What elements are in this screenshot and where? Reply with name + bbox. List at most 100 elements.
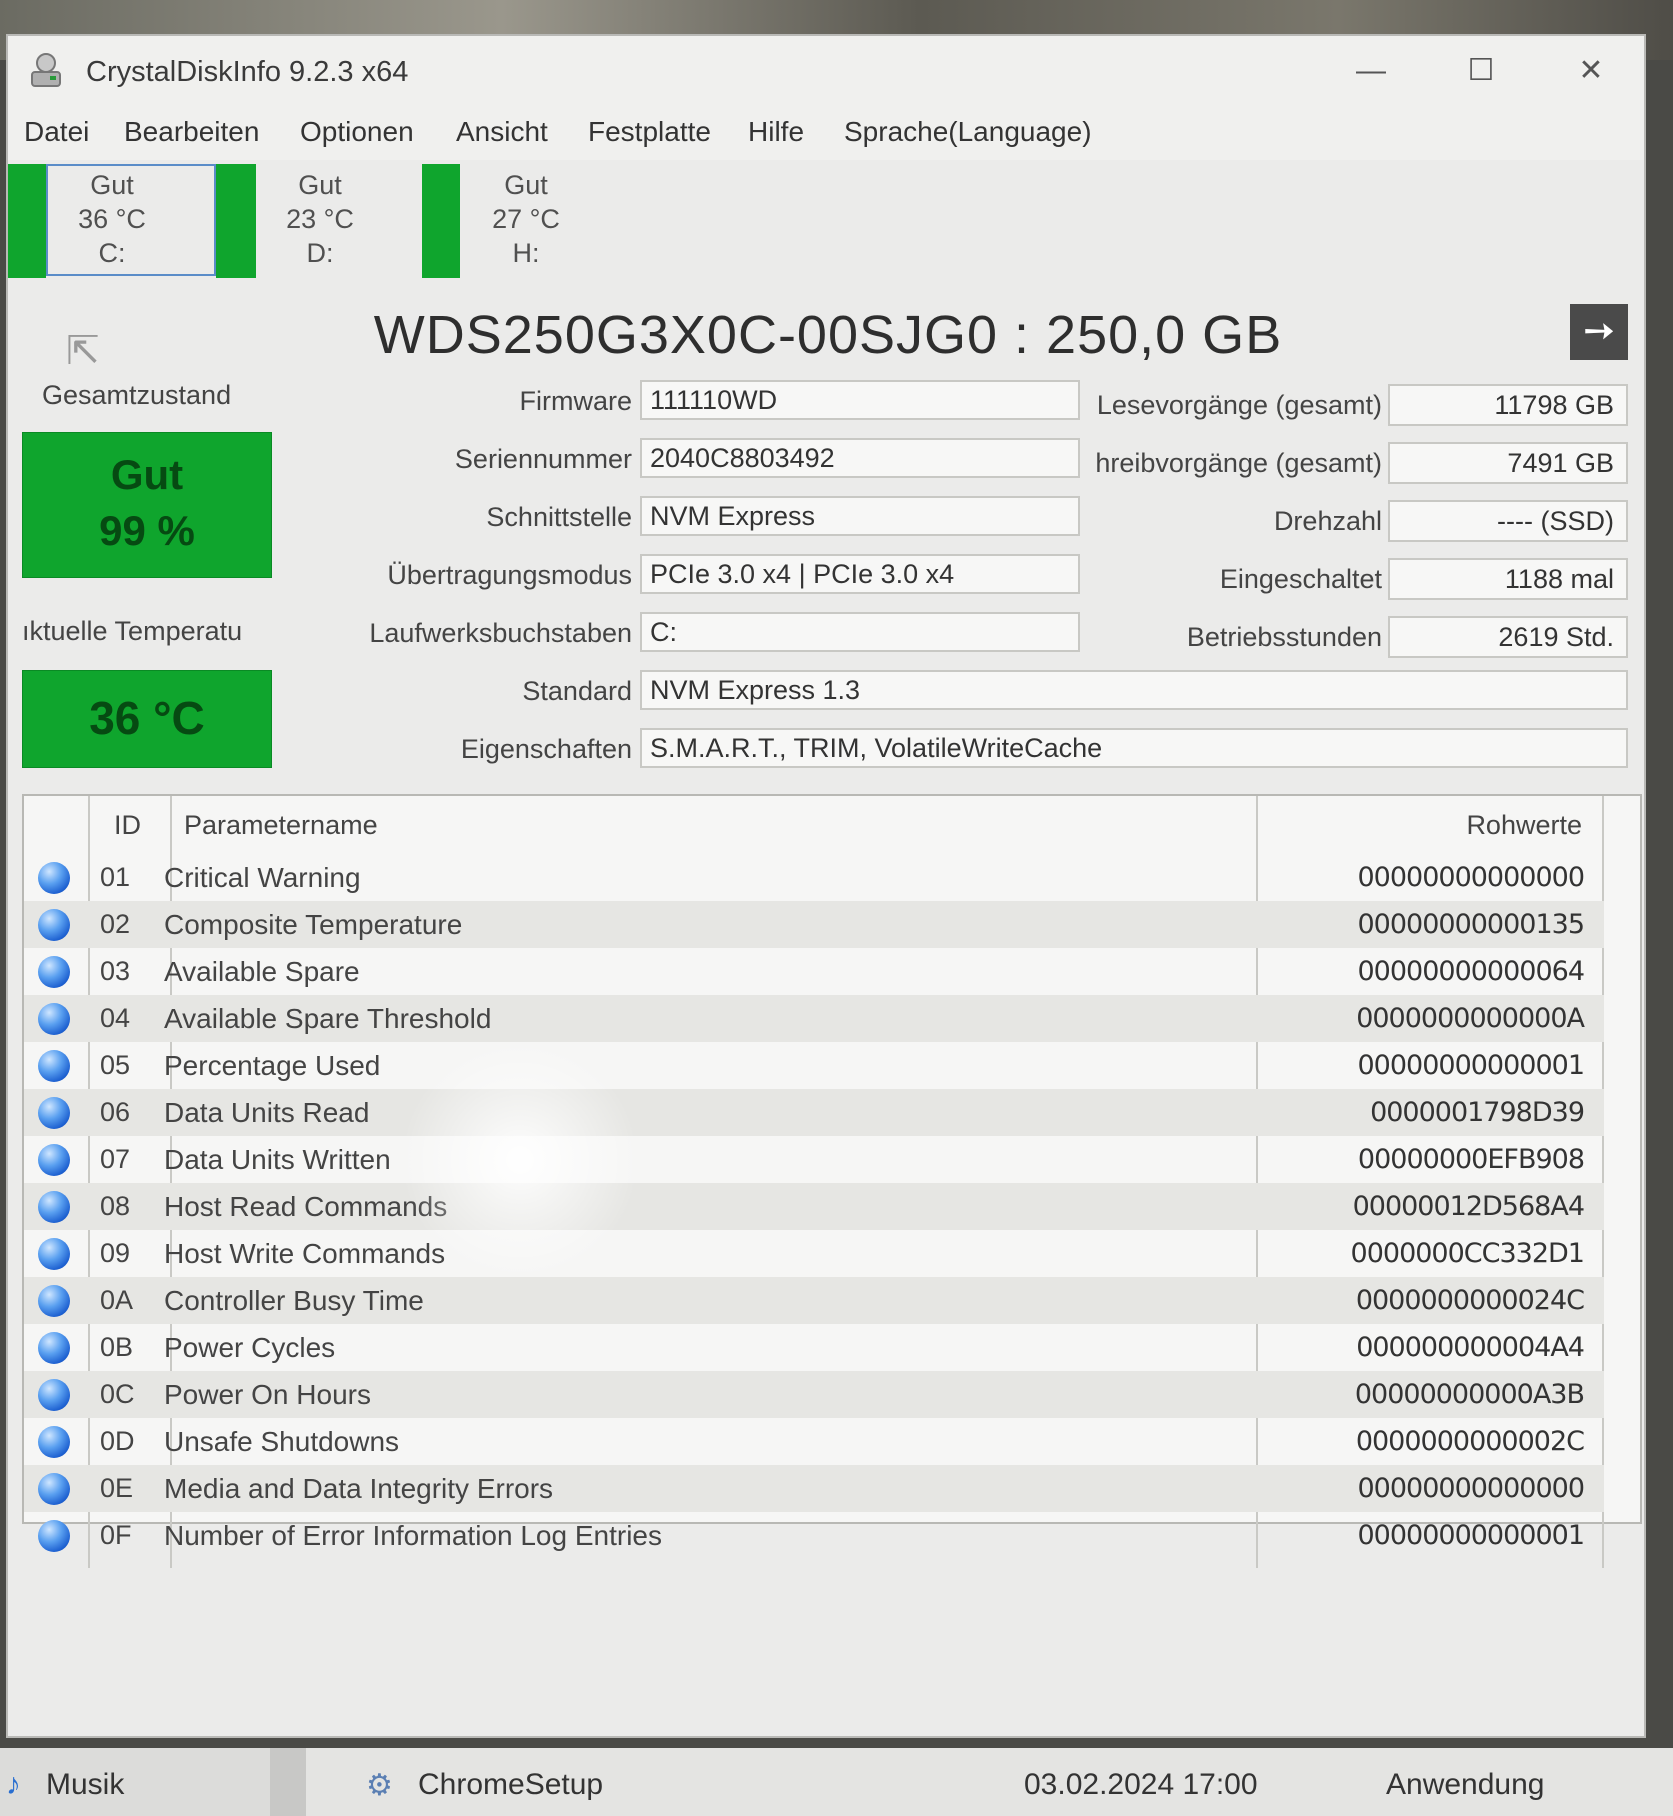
drive-letter: C: xyxy=(98,238,126,268)
status-dot-icon xyxy=(38,1426,70,1458)
attribute-id: 08 xyxy=(100,1191,131,1221)
drive-status: Gut xyxy=(504,170,548,200)
table-row[interactable]: 08 Host Read Commands 00000012D568A4 xyxy=(24,1183,1604,1230)
table-row[interactable]: 0B Power Cycles 000000000004A4 xyxy=(24,1324,1604,1371)
disk-model-title: WDS250G3X0C-00SJG0 : 250,0 GB xyxy=(373,305,1283,365)
attribute-id: 0B xyxy=(100,1332,134,1362)
attribute-name: Number of Error Information Log Entries xyxy=(164,1520,662,1551)
attribute-name: Media and Data Integrity Errors xyxy=(164,1473,554,1504)
menu-hilfe[interactable]: Hilfe xyxy=(748,116,804,148)
header-raw-values[interactable]: Rohwerte xyxy=(1466,810,1582,841)
attribute-name: Critical Warning xyxy=(164,862,361,893)
table-row[interactable]: 0F Number of Error Information Log Entrie… xyxy=(24,1512,1604,1559)
attribute-id: 03 xyxy=(100,956,131,986)
file-list-row[interactable]: ⚙ ChromeSetup 03.02.2024 17:00 Anwendung xyxy=(306,1748,1673,1816)
power-on-hours-label: Betriebsstunden xyxy=(1186,622,1382,652)
firmware-field: 111110WD xyxy=(640,380,1080,420)
status-dot-icon xyxy=(38,862,70,894)
drive-info: Gut 27 °C H: xyxy=(462,168,590,270)
taskbar-item-music[interactable]: ♪ Musik xyxy=(0,1748,270,1816)
attribute-name: Available Spare xyxy=(164,956,360,987)
drive-tile-h[interactable]: Gut 27 °C H: xyxy=(422,164,630,278)
drive-letters-field: C: xyxy=(640,612,1080,652)
reads-total-value: 11798 GB xyxy=(1388,384,1628,426)
drive-tile-c[interactable]: Gut 36 °C C: xyxy=(8,164,256,278)
header-id[interactable]: ID xyxy=(114,810,141,841)
drive-status: Gut xyxy=(298,170,342,200)
file-name: ChromeSetup xyxy=(418,1768,604,1801)
firmware-label: Firmware xyxy=(519,386,633,416)
status-dot-icon xyxy=(38,909,70,941)
smart-attributes-table: ID Parametername Rohwerte 01 Critical War… xyxy=(22,794,1642,1568)
attribute-id: 06 xyxy=(100,1097,131,1127)
attribute-raw-value: 00000000000001 xyxy=(1357,1520,1585,1551)
attribute-raw-value: 00000000000001 xyxy=(1357,1050,1585,1081)
table-row[interactable]: 0A Controller Busy Time 0000000000024C xyxy=(24,1277,1604,1324)
window-title: CrystalDiskInfo 9.2.3 x64 xyxy=(86,56,409,88)
title-bar: CrystalDiskInfo 9.2.3 x64 — ☐ ✕ xyxy=(8,36,1644,106)
menu-bar: Datei Bearbeiten Optionen Ansicht Festpl… xyxy=(8,106,1644,160)
table-row[interactable]: 0D Unsafe Shutdowns 0000000000002C xyxy=(24,1418,1604,1465)
music-icon: ♪ xyxy=(6,1768,21,1801)
attribute-name: Available Spare Threshold xyxy=(164,1003,492,1034)
minimize-button[interactable]: — xyxy=(1336,46,1406,96)
drive-status-indicator xyxy=(8,164,46,278)
attribute-name: Composite Temperature xyxy=(164,909,463,940)
table-row[interactable]: 05 Percentage Used 00000000000001 xyxy=(24,1042,1604,1089)
header-parameter-name[interactable]: Parametername xyxy=(184,810,378,841)
table-row[interactable]: 0E Media and Data Integrity Errors 0000000… xyxy=(24,1465,1604,1512)
status-dot-icon xyxy=(38,1144,70,1176)
attribute-name: Power Cycles xyxy=(164,1332,336,1363)
table-row[interactable]: 03 Available Spare 00000000000064 xyxy=(24,948,1604,995)
file-date: 03.02.2024 17:00 xyxy=(1024,1768,1258,1801)
status-dot-icon xyxy=(38,1473,70,1505)
menu-festplatte[interactable]: Festplatte xyxy=(588,116,711,148)
reads-total-label: Lesevorgänge (gesamt) xyxy=(1096,390,1382,420)
drive-temp: 27 °C xyxy=(492,204,560,234)
attribute-raw-value: 00000000000064 xyxy=(1357,956,1585,987)
features-label: Eigenschaften xyxy=(460,734,632,764)
menu-bearbeiten[interactable]: Bearbeiten xyxy=(124,116,259,148)
menu-datei[interactable]: Datei xyxy=(24,116,89,148)
attribute-raw-value: 00000000000000 xyxy=(1357,1473,1585,1504)
attribute-name: Data Units Read xyxy=(164,1097,370,1128)
standard-field: NVM Express 1.3 xyxy=(640,670,1628,710)
interface-field: NVM Express xyxy=(640,496,1080,536)
table-row[interactable]: 06 Data Units Read 0000001798D39 xyxy=(24,1089,1604,1136)
menu-optionen[interactable]: Optionen xyxy=(300,116,414,148)
attribute-raw-value: 0000000000002C xyxy=(1355,1426,1585,1457)
table-row[interactable]: 02 Composite Temperature 00000000000135 xyxy=(24,901,1604,948)
app-window: CrystalDiskInfo 9.2.3 x64 — ☐ ✕ Datei Be… xyxy=(6,34,1646,1738)
table-row[interactable]: 01 Critical Warning 00000000000000 xyxy=(24,854,1604,901)
table-row[interactable]: 0C Power On Hours 00000000000A3B xyxy=(24,1371,1604,1418)
menu-sprache[interactable]: Sprache(Language) xyxy=(844,116,1092,148)
serial-label: Seriennummer xyxy=(454,444,632,474)
table-row[interactable]: 09 Host Write Commands 0000000CC332D1 xyxy=(24,1230,1604,1277)
taskbar: ♪ Musik ⚙ ChromeSetup 03.02.2024 17:00 A… xyxy=(0,1748,1673,1816)
attribute-name: Percentage Used xyxy=(164,1050,381,1081)
attribute-raw-value: 0000001798D39 xyxy=(1370,1097,1585,1128)
mouse-cursor-icon: ⇱ xyxy=(66,329,100,373)
attribute-id: 02 xyxy=(100,909,131,939)
taskbar-item-music-label: Musik xyxy=(46,1768,125,1801)
drive-status-indicator xyxy=(422,164,460,278)
drive-letters-label: Laufwerksbuchstaben xyxy=(369,618,632,648)
table-row[interactable]: 07 Data Units Written 00000000EFB908 xyxy=(24,1136,1604,1183)
maximize-button[interactable]: ☐ xyxy=(1446,46,1516,96)
attribute-id: 09 xyxy=(100,1238,131,1268)
attribute-raw-value: 00000000000000 xyxy=(1357,862,1585,893)
app-icon xyxy=(31,53,61,87)
drive-info: Gut 36 °C C: xyxy=(48,168,176,270)
standard-label: Standard xyxy=(522,676,632,706)
table-row[interactable]: 04 Available Spare Threshold 0000000000000… xyxy=(24,995,1604,1042)
rotation-rate-value: ---- (SSD) xyxy=(1388,500,1628,542)
menu-ansicht[interactable]: Ansicht xyxy=(456,116,548,148)
status-dot-icon xyxy=(38,1332,70,1364)
status-dot-icon xyxy=(38,956,70,988)
close-button[interactable]: ✕ xyxy=(1556,46,1626,96)
attribute-name: Controller Busy Time xyxy=(164,1285,424,1316)
attribute-raw-value: 0000000000024C xyxy=(1355,1285,1585,1316)
next-disk-button[interactable]: ➙ xyxy=(1570,304,1628,360)
smart-table-header: ID Parametername Rohwerte xyxy=(24,796,1640,854)
attribute-raw-value: 00000012D568A4 xyxy=(1352,1191,1585,1222)
